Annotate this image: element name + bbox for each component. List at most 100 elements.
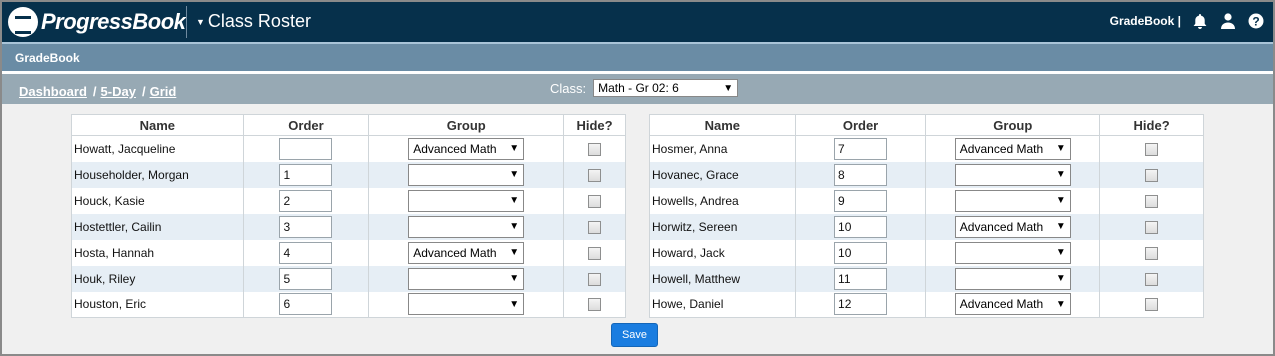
group-dropdown[interactable]: Advanced Math ▼ [408,241,525,264]
table-row: Howard, Jack 10 ▼ [649,239,1204,266]
hide-checkbox[interactable] [588,194,602,208]
group-column-header[interactable]: Group [368,114,565,136]
table-row: Hosta, Hannah 4 Advanced Math ▼ [71,239,626,266]
order-input[interactable]: 9 [834,189,888,212]
group-dropdown[interactable]: ▼ [954,267,1071,290]
sub-header: GradeBook [2,44,1273,71]
help-icon[interactable]: ? [1247,12,1265,30]
order-column-header[interactable]: Order [795,114,927,136]
order-input[interactable]: 8 [834,163,888,186]
group-cell: ▼ [368,187,565,214]
hide-checkbox[interactable] [1145,298,1159,312]
order-cell: 7 [795,135,927,162]
header-actions: GradeBook | ? [1110,12,1265,30]
class-label: Class: [550,80,587,96]
table-row: Howells, Andrea 9 ▼ [649,187,1204,214]
group-dropdown[interactable]: Advanced Math ▼ [954,293,1071,316]
order-input[interactable]: 12 [834,293,888,316]
order-input[interactable]: 7 [834,137,888,160]
student-name: Houck, Kasie [71,187,244,214]
order-input[interactable]: 3 [279,215,333,238]
caret-down-icon: ▼ [509,169,520,180]
order-input[interactable]: 10 [834,241,888,264]
breadcrumb-grid[interactable]: Grid [150,84,177,99]
gradebook-link[interactable]: GradeBook | [1110,14,1181,28]
group-dropdown[interactable]: ▼ [408,267,525,290]
group-column-header[interactable]: Group [925,114,1101,136]
hide-checkbox[interactable] [1145,194,1159,208]
hide-checkbox[interactable] [588,246,602,260]
group-dropdown[interactable]: ▼ [408,215,525,238]
group-value: Advanced Math [413,245,497,260]
student-name: Hosmer, Anna [649,135,796,162]
order-input[interactable]: 2 [279,189,333,212]
hide-checkbox[interactable] [588,272,602,286]
hide-column-header[interactable]: Hide? [1099,114,1204,136]
breadcrumb-5-day[interactable]: 5-Day [101,84,136,99]
brand-name: ProgressBook [41,9,186,34]
hide-checkbox[interactable] [588,220,602,234]
order-input[interactable]: 5 [279,267,333,290]
order-input[interactable]: 6 [279,293,333,316]
hide-checkbox[interactable] [1145,272,1159,286]
hide-checkbox[interactable] [1145,142,1159,156]
group-value: Advanced Math [413,141,497,156]
hide-checkbox[interactable] [588,298,602,312]
group-dropdown[interactable]: ▼ [954,241,1071,264]
order-cell: 9 [795,187,927,214]
name-column-header[interactable]: Name [649,114,796,136]
order-input[interactable]: 10 [834,215,888,238]
order-column-header[interactable]: Order [243,114,370,136]
hide-cell [1099,239,1204,266]
group-dropdown[interactable]: Advanced Math ▼ [408,137,525,160]
hide-checkbox[interactable] [588,142,602,156]
order-cell: 12 [795,291,927,318]
group-cell: ▼ [925,239,1101,266]
group-cell: Advanced Math ▼ [925,135,1101,162]
hide-checkbox[interactable] [1145,220,1159,234]
name-column-header[interactable]: Name [71,114,244,136]
breadcrumb-separator: / [141,84,146,99]
progressbook-logo[interactable]: ProgressBook [8,6,186,38]
nav-bar: Dashboard / 5-Day / Grid Class: Math - Gr 02… [2,74,1273,104]
table-row: Houk, Riley 5 ▼ [71,265,626,292]
order-input[interactable]: 11 [834,267,888,290]
hide-checkbox[interactable] [1145,168,1159,182]
caret-down-icon: ▼ [1055,195,1066,206]
hide-cell [1099,213,1204,240]
order-cell: 6 [243,291,370,318]
hide-checkbox[interactable] [588,168,602,182]
caret-down-icon: ▼ [1055,221,1066,232]
hide-cell [563,135,626,162]
caret-down-icon: ▼ [1055,143,1066,155]
caret-down-icon: ▼ [196,16,205,27]
hide-checkbox[interactable] [1145,246,1159,260]
order-input[interactable]: 1 [279,163,333,186]
group-dropdown[interactable]: Advanced Math ▼ [954,215,1071,238]
bell-icon[interactable] [1191,12,1209,30]
group-cell: Advanced Math ▼ [925,213,1101,240]
group-dropdown[interactable]: ▼ [954,163,1071,186]
group-cell: ▼ [925,161,1101,188]
student-name: Howard, Jack [649,239,796,266]
class-dropdown[interactable]: Math - Gr 02: 6 ▼ [593,79,739,97]
order-input[interactable] [279,137,333,160]
order-cell: 4 [243,239,370,266]
group-dropdown[interactable]: ▼ [954,189,1071,212]
app-menu[interactable]: ▼ Class Roster [196,11,311,32]
caret-down-icon: ▼ [1055,247,1066,258]
user-icon[interactable] [1219,12,1237,30]
student-name: Howells, Andrea [649,187,796,214]
breadcrumb-dashboard[interactable]: Dashboard [19,84,87,99]
group-dropdown[interactable]: ▼ [408,163,525,186]
hide-column-header[interactable]: Hide? [563,114,626,136]
order-cell: 2 [243,187,370,214]
group-dropdown[interactable]: ▼ [408,293,525,316]
order-cell: 11 [795,265,927,292]
group-dropdown[interactable]: Advanced Math ▼ [954,137,1071,160]
save-button[interactable]: Save [611,323,658,347]
gradebook-label: GradeBook [1109,14,1175,28]
order-input[interactable]: 4 [279,241,333,264]
table-row: Howell, Matthew 11 ▼ [649,265,1204,292]
group-dropdown[interactable]: ▼ [408,189,525,212]
